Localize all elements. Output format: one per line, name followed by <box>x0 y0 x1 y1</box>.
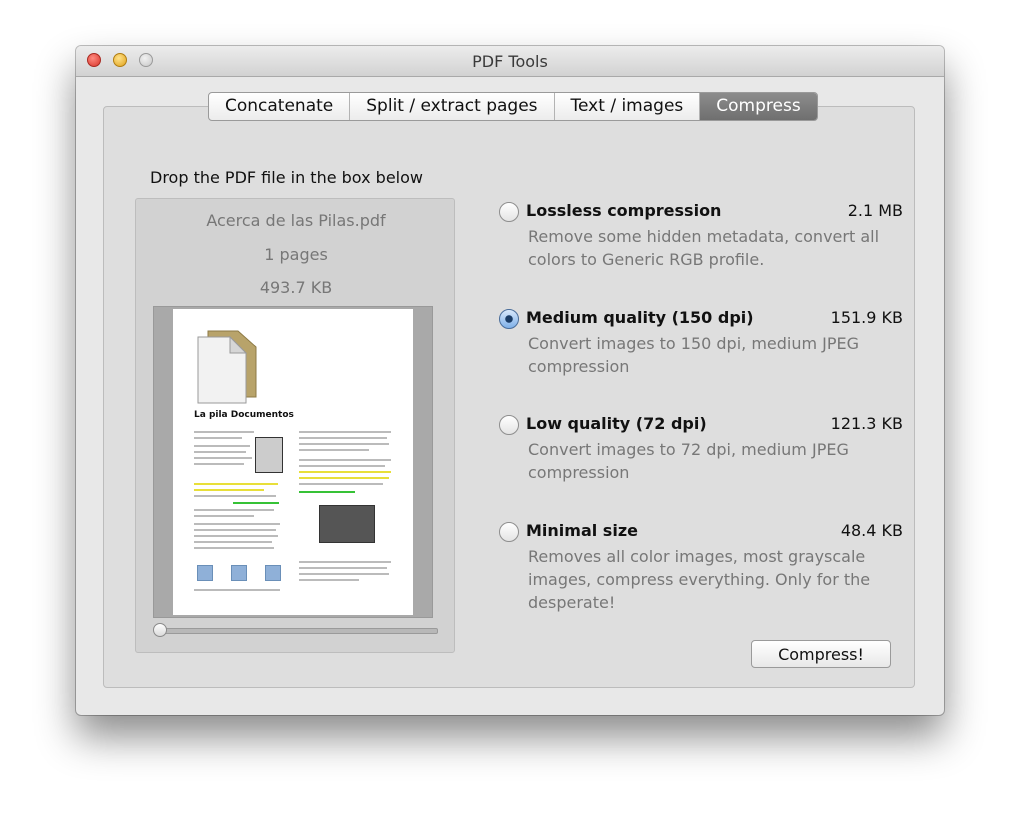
option-description: Remove some hidden metadata, convert all… <box>528 227 880 269</box>
preview-page-slider-track[interactable] <box>158 628 438 634</box>
preview-page-slider-knob[interactable] <box>153 623 167 637</box>
pdf-preview: La pila Documentos <box>153 306 433 618</box>
option-size: 2.1 MB <box>847 201 903 220</box>
tab-concatenate[interactable]: Concatenate <box>209 93 351 120</box>
drop-instruction: Drop the PDF file in the box below <box>150 168 423 187</box>
title-bar[interactable]: PDF Tools <box>76 46 944 77</box>
option-size: 151.9 KB <box>830 308 903 327</box>
radio-minimal-size[interactable] <box>499 522 519 542</box>
compress-button[interactable]: Compress! <box>751 640 891 668</box>
preview-heading: La pila Documentos <box>194 410 294 420</box>
tab-bar: Concatenate Split / extract pages Text /… <box>208 92 818 121</box>
pdf-drop-box[interactable]: Acerca de las Pilas.pdf 1 pages 493.7 KB… <box>135 198 455 653</box>
tab-split-extract[interactable]: Split / extract pages <box>350 93 555 120</box>
page-count: 1 pages <box>264 245 328 264</box>
option-title: Minimal size <box>526 521 638 540</box>
file-name: Acerca de las Pilas.pdf <box>206 211 386 230</box>
option-size: 48.4 KB <box>840 521 903 540</box>
option-description: Removes all color images, most grayscale… <box>528 547 871 612</box>
preview-page: La pila Documentos <box>173 309 413 615</box>
option-description: Convert images to 72 dpi, medium JPEG co… <box>528 440 849 482</box>
radio-medium-quality[interactable] <box>499 309 519 329</box>
option-title: Medium quality (150 dpi) <box>526 308 754 327</box>
option-title: Low quality (72 dpi) <box>526 414 707 433</box>
document-file-icon <box>197 330 257 404</box>
pdf-tools-window: PDF Tools Concatenate Split / extract pa… <box>76 46 944 715</box>
file-size: 493.7 KB <box>259 278 333 297</box>
window-title: PDF Tools <box>472 52 548 71</box>
radio-low-quality[interactable] <box>499 415 519 435</box>
tab-text-images[interactable]: Text / images <box>555 93 701 120</box>
radio-lossless[interactable] <box>499 202 519 222</box>
option-description: Convert images to 150 dpi, medium JPEG c… <box>528 334 860 376</box>
option-title: Lossless compression <box>526 201 722 220</box>
option-size: 121.3 KB <box>830 414 903 433</box>
tab-compress[interactable]: Compress <box>700 93 817 120</box>
